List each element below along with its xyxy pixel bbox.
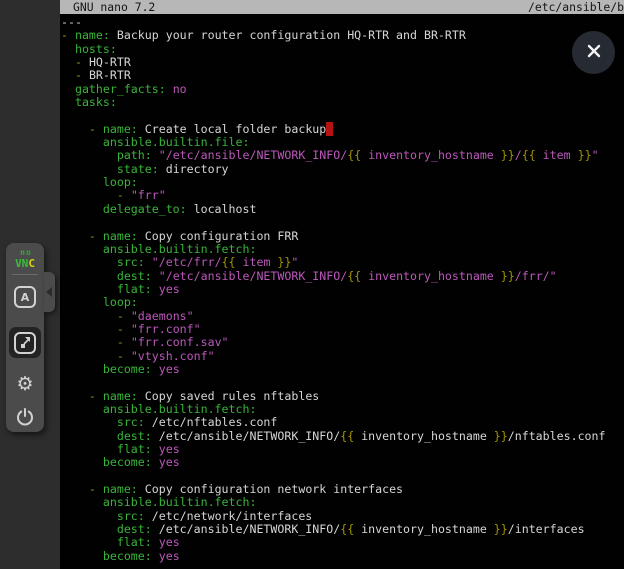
fullscreen-icon <box>14 332 36 354</box>
editor-line: hosts: <box>61 43 624 56</box>
text-cursor <box>326 122 333 136</box>
editor-line: - "vtysh.conf" <box>61 350 624 363</box>
editor-line: flat: yes <box>61 443 624 456</box>
gear-icon: ⚙ <box>16 375 33 394</box>
editor-line: - name: Copy saved rules nftables <box>61 390 624 403</box>
novnc-logo: no VNC <box>6 248 44 268</box>
terminal-window[interactable]: GNU nano 7.2 /etc/ansible/b ---- name: B… <box>60 0 624 569</box>
novnc-logo-no: no <box>8 248 44 257</box>
panel-divider <box>12 274 38 275</box>
editor-line: flat: yes <box>61 536 624 549</box>
vnc-control-panel: no VNC A ⚙ <box>6 243 44 432</box>
editor-line <box>61 470 624 483</box>
editor-line: tasks: <box>61 96 624 109</box>
letter-a-icon: A <box>14 286 36 308</box>
editor-lines[interactable]: ---- name: Backup your router configurat… <box>60 14 624 563</box>
settings-button[interactable]: ⚙ <box>13 372 37 396</box>
editor-line: ansible.builtin.fetch: <box>61 243 624 256</box>
editor-line: become: yes <box>61 456 624 469</box>
editor-line: - "frr.conf" <box>61 323 624 336</box>
close-button[interactable] <box>572 31 615 74</box>
editor-line <box>61 376 624 389</box>
power-icon <box>15 407 35 430</box>
editor-line: - name: Backup your router configuration… <box>61 29 624 42</box>
nano-titlebar: GNU nano 7.2 /etc/ansible/b <box>60 0 624 14</box>
editor-line: gather_facts: no <box>61 83 624 96</box>
editor-line: - HQ-RTR <box>61 56 624 69</box>
editor-line: ansible.builtin.fetch: <box>61 403 624 416</box>
editor-line: dest: /etc/ansible/NETWORK_INFO/{{ inven… <box>61 523 624 536</box>
fullscreen-button-active-bg <box>9 327 41 358</box>
editor-line: dest: "/etc/ansible/NETWORK_INFO/{{ inve… <box>61 270 624 283</box>
editor-line <box>61 216 624 229</box>
vnc-screen: GNU nano 7.2 /etc/ansible/b ---- name: B… <box>0 0 624 569</box>
editor-line: dest: /etc/ansible/NETWORK_INFO/{{ inven… <box>61 430 624 443</box>
editor-line: - BR-RTR <box>61 69 624 82</box>
editor-line: delegate_to: localhost <box>61 203 624 216</box>
chevron-left-icon <box>46 287 52 297</box>
extra-keys-button[interactable]: A <box>13 285 37 309</box>
open-file-path: /etc/ansible/b <box>528 0 624 14</box>
editor-line: state: directory <box>61 163 624 176</box>
close-icon <box>586 43 602 62</box>
editor-line: become: yes <box>61 550 624 563</box>
editor-line: loop: <box>61 296 624 309</box>
editor-line: --- <box>61 16 624 29</box>
editor-line: - name: Create local folder backup <box>61 123 624 136</box>
editor-line: - name: Copy configuration network inter… <box>61 483 624 496</box>
editor-line: become: yes <box>61 363 624 376</box>
editor-line: - "daemons" <box>61 310 624 323</box>
fullscreen-button[interactable] <box>13 331 37 355</box>
editor-line: - "frr" <box>61 189 624 202</box>
editor-line: src: "/etc/frr/{{ item }}" <box>61 256 624 269</box>
editor-line: src: /etc/nftables.conf <box>61 416 624 429</box>
panel-collapse-handle[interactable] <box>44 272 55 312</box>
editor-line: src: /etc/network/interfaces <box>61 510 624 523</box>
power-button[interactable] <box>13 406 37 430</box>
novnc-logo-vn: VN <box>15 257 28 270</box>
editor-line <box>61 109 624 122</box>
editor-line: - name: Copy configuration FRR <box>61 230 624 243</box>
novnc-logo-c: C <box>28 257 35 270</box>
editor-line: flat: yes <box>61 283 624 296</box>
editor-line: ansible.builtin.file: <box>61 136 624 149</box>
editor-line: path: "/etc/ansible/NETWORK_INFO/{{ inve… <box>61 149 624 162</box>
editor-line: ansible.builtin.fetch: <box>61 496 624 509</box>
editor-line: - "frr.conf.sav" <box>61 336 624 349</box>
editor-line: loop: <box>61 176 624 189</box>
nano-version-label: GNU nano 7.2 <box>60 0 155 14</box>
